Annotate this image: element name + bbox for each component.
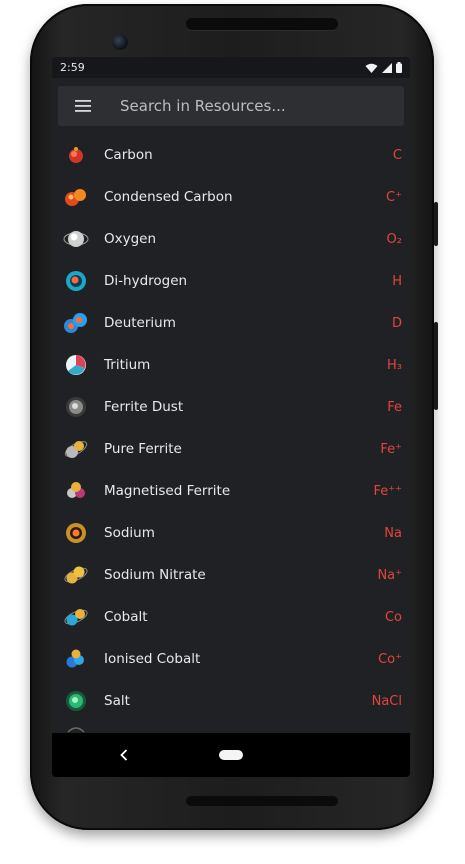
resource-symbol: H — [392, 273, 402, 289]
resource-name: Sodium — [104, 525, 155, 541]
menu-button[interactable] — [58, 86, 108, 126]
list-item[interactable]: Pure Ferrite Fe⁺ — [52, 428, 410, 470]
resource-symbol: Fe⁺⁺ — [373, 483, 403, 499]
resource-symbol: O₂ — [386, 231, 402, 247]
resource-symbol: Na⁺ — [377, 567, 402, 583]
list-item[interactable]: Ferrite Dust Fe — [52, 386, 410, 428]
resource-name: Cobalt — [104, 609, 148, 625]
sodium-nitrate-icon — [64, 566, 88, 584]
list-item[interactable]: Sodium Na — [52, 512, 410, 554]
carbon-icon — [69, 147, 83, 163]
resource-name: Tritium — [104, 357, 151, 373]
resource-name: Oxygen — [104, 231, 157, 247]
ferrite-dust-icon — [66, 397, 86, 417]
resource-symbol: NaCl — [371, 693, 402, 709]
resource-name: Condensed Carbon — [104, 189, 233, 205]
tritium-icon — [66, 355, 86, 375]
earpiece-speaker — [186, 18, 338, 30]
home-button[interactable] — [219, 750, 243, 760]
power-button — [434, 322, 438, 410]
list-item[interactable]: Carbon C — [52, 134, 410, 176]
list-item[interactable]: Oxygen O₂ — [52, 218, 410, 260]
resource-symbol: Fe⁺ — [380, 441, 402, 457]
resource-name: Pure Ferrite — [104, 441, 182, 457]
resource-name: Sodium Nitrate — [104, 567, 206, 583]
resource-name: Deuterium — [104, 315, 176, 331]
resource-symbol: H₃ — [387, 357, 402, 373]
list-item[interactable]: Di-hydrogen H — [52, 260, 410, 302]
cobalt-icon — [64, 609, 88, 626]
resource-symbol: D — [391, 315, 402, 331]
volume-button — [434, 202, 438, 246]
oxygen-icon — [63, 231, 89, 247]
resource-name: Ferrite Dust — [104, 399, 184, 415]
magnetised-ferrite-icon — [67, 482, 85, 498]
pure-ferrite-icon — [64, 441, 88, 458]
battery-icon — [396, 62, 402, 73]
front-camera — [112, 34, 128, 50]
list-item[interactable]: Magnetised Ferrite Fe⁺⁺ — [52, 470, 410, 512]
condensed-carbon-icon — [65, 189, 86, 206]
resource-symbol: Co — [384, 609, 402, 625]
list-item[interactable]: Deuterium D — [52, 302, 410, 344]
resource-name: Magnetised Ferrite — [104, 483, 231, 499]
resource-name: Ionised Cobalt — [104, 651, 201, 667]
list-item[interactable]: Condensed Carbon C⁺ — [52, 176, 410, 218]
search-bar — [58, 86, 404, 126]
salt-icon — [66, 691, 86, 711]
ionised-cobalt-icon — [66, 649, 84, 668]
back-icon — [120, 749, 128, 761]
signal-icon — [382, 62, 392, 73]
status-icons — [365, 62, 402, 73]
wifi-icon — [365, 63, 378, 73]
list-item[interactable]: Salt NaCl — [52, 680, 410, 722]
resource-name: Carbon — [104, 147, 153, 163]
status-bar: 2:59 — [52, 57, 410, 78]
hamburger-menu-icon — [75, 100, 91, 112]
resource-name: Di-hydrogen — [104, 273, 188, 289]
resource-symbol: Co⁺ — [378, 651, 402, 667]
resource-symbol: Fe — [387, 399, 402, 415]
search-input[interactable] — [108, 97, 404, 115]
deuterium-icon — [64, 313, 87, 333]
status-time: 2:59 — [60, 61, 85, 74]
back-button[interactable] — [116, 746, 132, 764]
bottom-speaker — [186, 796, 338, 806]
resource-name: Salt — [104, 693, 130, 709]
di-hydrogen-icon — [66, 271, 86, 291]
app-screen: 2:59 Carbon C Condensed — [52, 57, 410, 777]
list-item[interactable]: Ionised Cobalt Co⁺ — [52, 638, 410, 680]
resource-symbol: Na — [384, 525, 402, 541]
navigation-bar — [52, 733, 410, 777]
list-item[interactable]: Cobalt Co — [52, 596, 410, 638]
list-item[interactable]: Sodium Nitrate Na⁺ — [52, 554, 410, 596]
list-item[interactable]: Tritium H₃ — [52, 344, 410, 386]
resource-symbol: C — [392, 147, 402, 163]
sodium-icon — [66, 523, 86, 543]
resource-list: Carbon C Condensed Carbon C⁺ Oxygen O₂ D… — [52, 134, 410, 722]
resource-symbol: C⁺ — [386, 189, 402, 205]
